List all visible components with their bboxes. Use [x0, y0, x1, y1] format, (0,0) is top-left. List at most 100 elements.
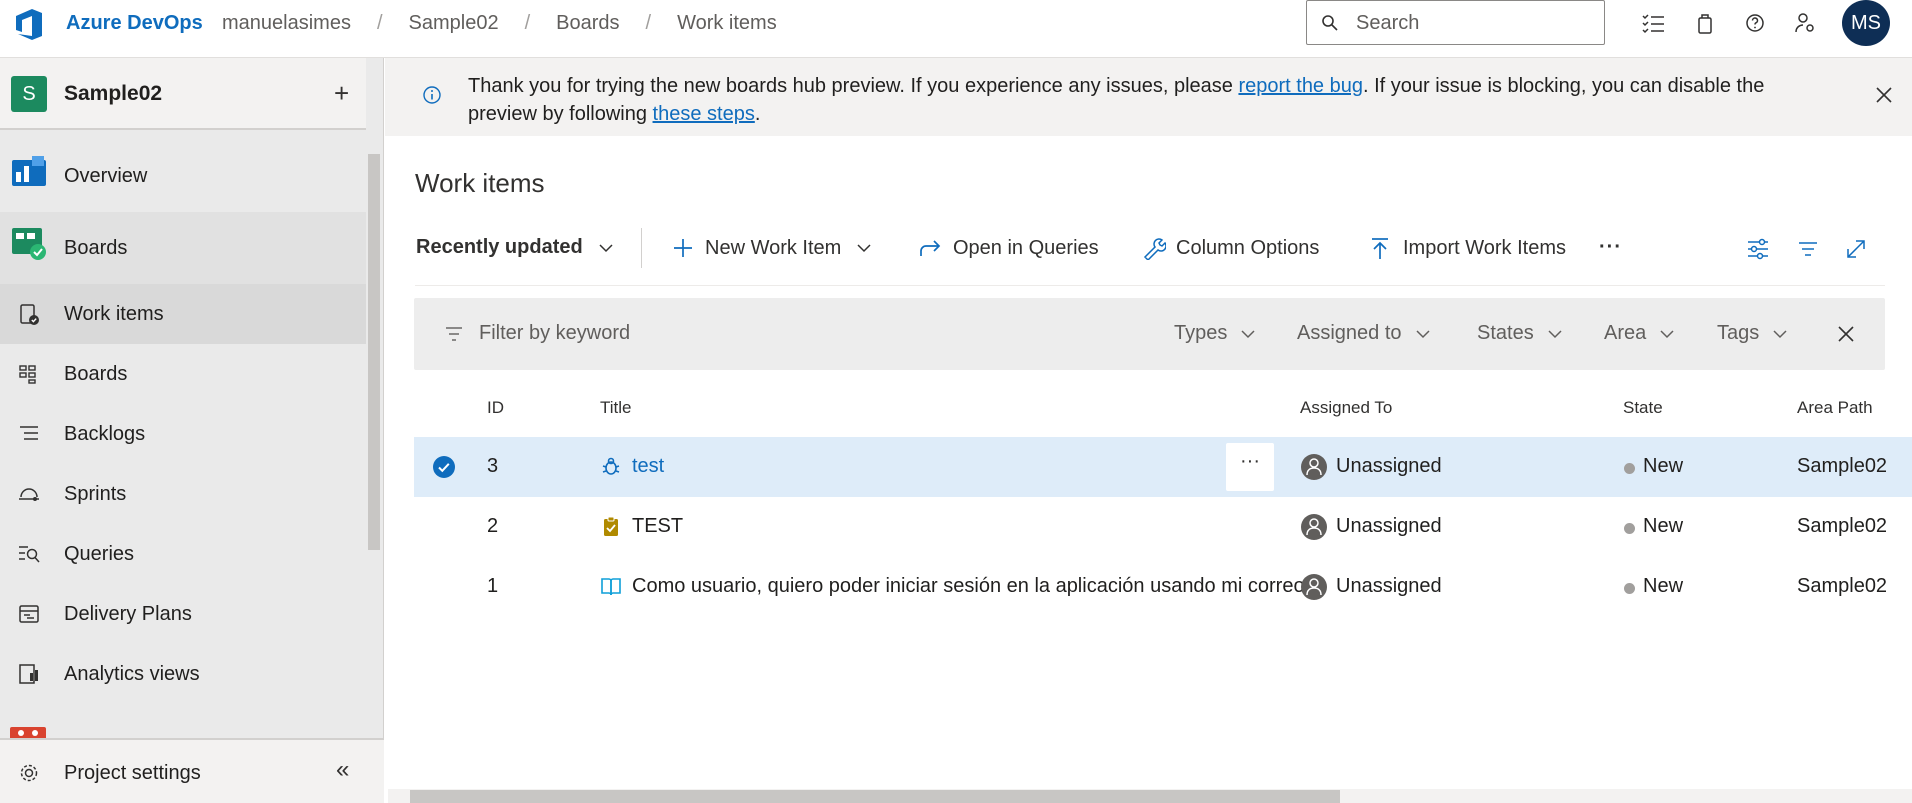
plus-icon [674, 239, 692, 257]
unassigned-avatar-icon [1301, 574, 1327, 600]
sidebar-item-work-items[interactable]: Work items [0, 284, 366, 344]
project-settings[interactable]: Project settings « [0, 738, 384, 803]
column-header-state[interactable]: State [1623, 398, 1663, 418]
chevron-down-icon [857, 244, 871, 253]
chevron-down-icon [1548, 329, 1562, 338]
assigned-to: Unassigned [1336, 575, 1442, 597]
column-header-id[interactable]: ID [487, 398, 504, 418]
sidebar-item-queries[interactable]: Queries [0, 524, 366, 584]
azure-devops-logo-icon[interactable] [12, 6, 48, 42]
sidebar-item-backlogs[interactable]: Backlogs [0, 404, 366, 464]
column-header-title[interactable]: Title [600, 398, 632, 418]
area-path: Sample02 [1797, 515, 1888, 537]
sidebar-item-overview[interactable]: Overview [0, 140, 366, 212]
assigned-to: Unassigned [1336, 455, 1442, 477]
sidebar-item-sprints[interactable]: Sprints [0, 464, 366, 524]
boards-hub-icon [12, 228, 46, 260]
filter-states-dropdown[interactable]: States [1477, 322, 1564, 345]
these-steps-link[interactable]: these steps [653, 103, 755, 125]
open-in-queries-label: Open in Queries [953, 236, 1099, 259]
breadcrumb-project[interactable]: Sample02 [409, 12, 499, 35]
column-options-label: Column Options [1176, 236, 1320, 259]
open-in-queries-button[interactable]: Open in Queries [917, 236, 1099, 260]
state-dot [1624, 463, 1635, 474]
checkmark-circle-icon[interactable] [432, 455, 456, 479]
filter-keyword-input[interactable]: Filter by keyword [479, 322, 630, 345]
toolbar-divider [641, 228, 642, 268]
preview-banner: Thank you for trying the new boards hub … [385, 58, 1912, 136]
search-input[interactable]: Search [1306, 0, 1605, 45]
breadcrumb-separator: / [645, 12, 652, 34]
collapse-sidebar-icon[interactable]: « [336, 756, 349, 784]
filter-area-dropdown[interactable]: Area [1604, 322, 1676, 345]
search-placeholder: Search [1356, 12, 1420, 34]
breadcrumb-org[interactable]: manuelasimes [222, 12, 351, 35]
top-bar: Azure DevOps manuelasimes / Sample02 / B… [0, 0, 1912, 58]
page-title: Work items [415, 168, 545, 198]
help-icon[interactable] [1742, 10, 1768, 36]
view-options-icon[interactable] [1745, 236, 1771, 262]
expand-icon[interactable] [1843, 236, 1869, 262]
brand-name[interactable]: Azure DevOps [66, 12, 203, 35]
sidebar-item-boards[interactable]: Boards [0, 344, 366, 404]
assigned-to: Unassigned [1336, 515, 1442, 537]
sidebar-item-label: Overview [64, 164, 148, 187]
import-work-items-button[interactable]: Import Work Items [1367, 236, 1566, 260]
chevron-down-icon [1660, 329, 1674, 338]
column-header-assigned-to[interactable]: Assigned To [1300, 398, 1392, 418]
info-icon [423, 86, 441, 104]
column-options-button[interactable]: Column Options [1140, 236, 1319, 260]
sidebar-item-label: Work items [64, 302, 164, 325]
breadcrumb-boards[interactable]: Boards [556, 12, 619, 35]
overview-icon [12, 156, 46, 186]
view-selector-dropdown[interactable]: Recently updated [416, 236, 625, 259]
filter-types-dropdown[interactable]: Types [1174, 322, 1257, 345]
sidebar-item-analytics-views[interactable]: Analytics views [0, 644, 366, 704]
work-item-id: 1 [487, 575, 499, 597]
column-header-area-path[interactable]: Area Path [1797, 398, 1873, 418]
area-path: Sample02 [1797, 455, 1888, 477]
sidebar-item-boards-hub[interactable]: Boards [0, 212, 366, 284]
filter-tags-dropdown[interactable]: Tags [1717, 322, 1789, 345]
avatar[interactable]: MS [1842, 0, 1890, 46]
filter-assigned-to-dropdown[interactable]: Assigned to [1297, 322, 1432, 345]
close-icon[interactable] [1873, 84, 1895, 106]
project-name[interactable]: Sample02 [64, 82, 162, 106]
task-list-icon[interactable] [1640, 10, 1666, 36]
filter-icon[interactable] [1795, 236, 1821, 262]
area-path: Sample02 [1797, 575, 1888, 597]
work-item-state: New [1643, 575, 1684, 597]
table-row[interactable]: 1 Como usuario, quiero poder iniciar ses… [414, 557, 1912, 617]
add-icon[interactable]: + [334, 78, 349, 109]
gear-icon [20, 764, 38, 782]
new-work-item-label: New Work Item [705, 236, 842, 259]
filter-icon [446, 327, 462, 341]
report-bug-link[interactable]: report the bug [1238, 75, 1363, 97]
breadcrumb: manuelasimes / Sample02 / Boards / Work … [222, 12, 777, 35]
sidebar-item-label: Boards [64, 362, 128, 385]
marketplace-bag-icon[interactable] [1692, 10, 1718, 36]
sidebar-item-label: Analytics views [64, 662, 200, 685]
chevron-down-icon [1773, 329, 1787, 338]
sidebar-scrollbar[interactable] [368, 154, 380, 550]
banner-text: . [754, 103, 761, 125]
sidebar-item-label: Queries [64, 542, 135, 565]
breadcrumb-separator: / [524, 12, 531, 34]
work-items-icon [20, 304, 39, 325]
table-row[interactable]: 2 TEST Unassigned New Sample02 [414, 497, 1912, 557]
work-item-state: New [1643, 515, 1684, 537]
horizontal-scrollbar-thumb[interactable] [410, 790, 1340, 803]
chevron-down-icon [1415, 329, 1430, 338]
sidebar-nav: Overview Boards Work items Boards Backlo… [0, 140, 366, 704]
breadcrumb-work-items[interactable]: Work items [677, 12, 777, 35]
filter-dropdown-label: Assigned to [1297, 322, 1402, 344]
user-settings-icon[interactable] [1792, 10, 1818, 36]
unassigned-avatar-icon [1301, 514, 1327, 540]
table-row[interactable]: 3 test ··· Unassigned New Sample02 [414, 437, 1912, 497]
more-actions-button[interactable]: ··· [1599, 236, 1622, 259]
row-more-actions-button[interactable]: ··· [1226, 443, 1274, 491]
backlogs-icon [20, 426, 38, 440]
sidebar-item-delivery-plans[interactable]: Delivery Plans [0, 584, 366, 644]
close-filter-icon[interactable] [1836, 324, 1856, 344]
new-work-item-button[interactable]: New Work Item [671, 236, 883, 260]
